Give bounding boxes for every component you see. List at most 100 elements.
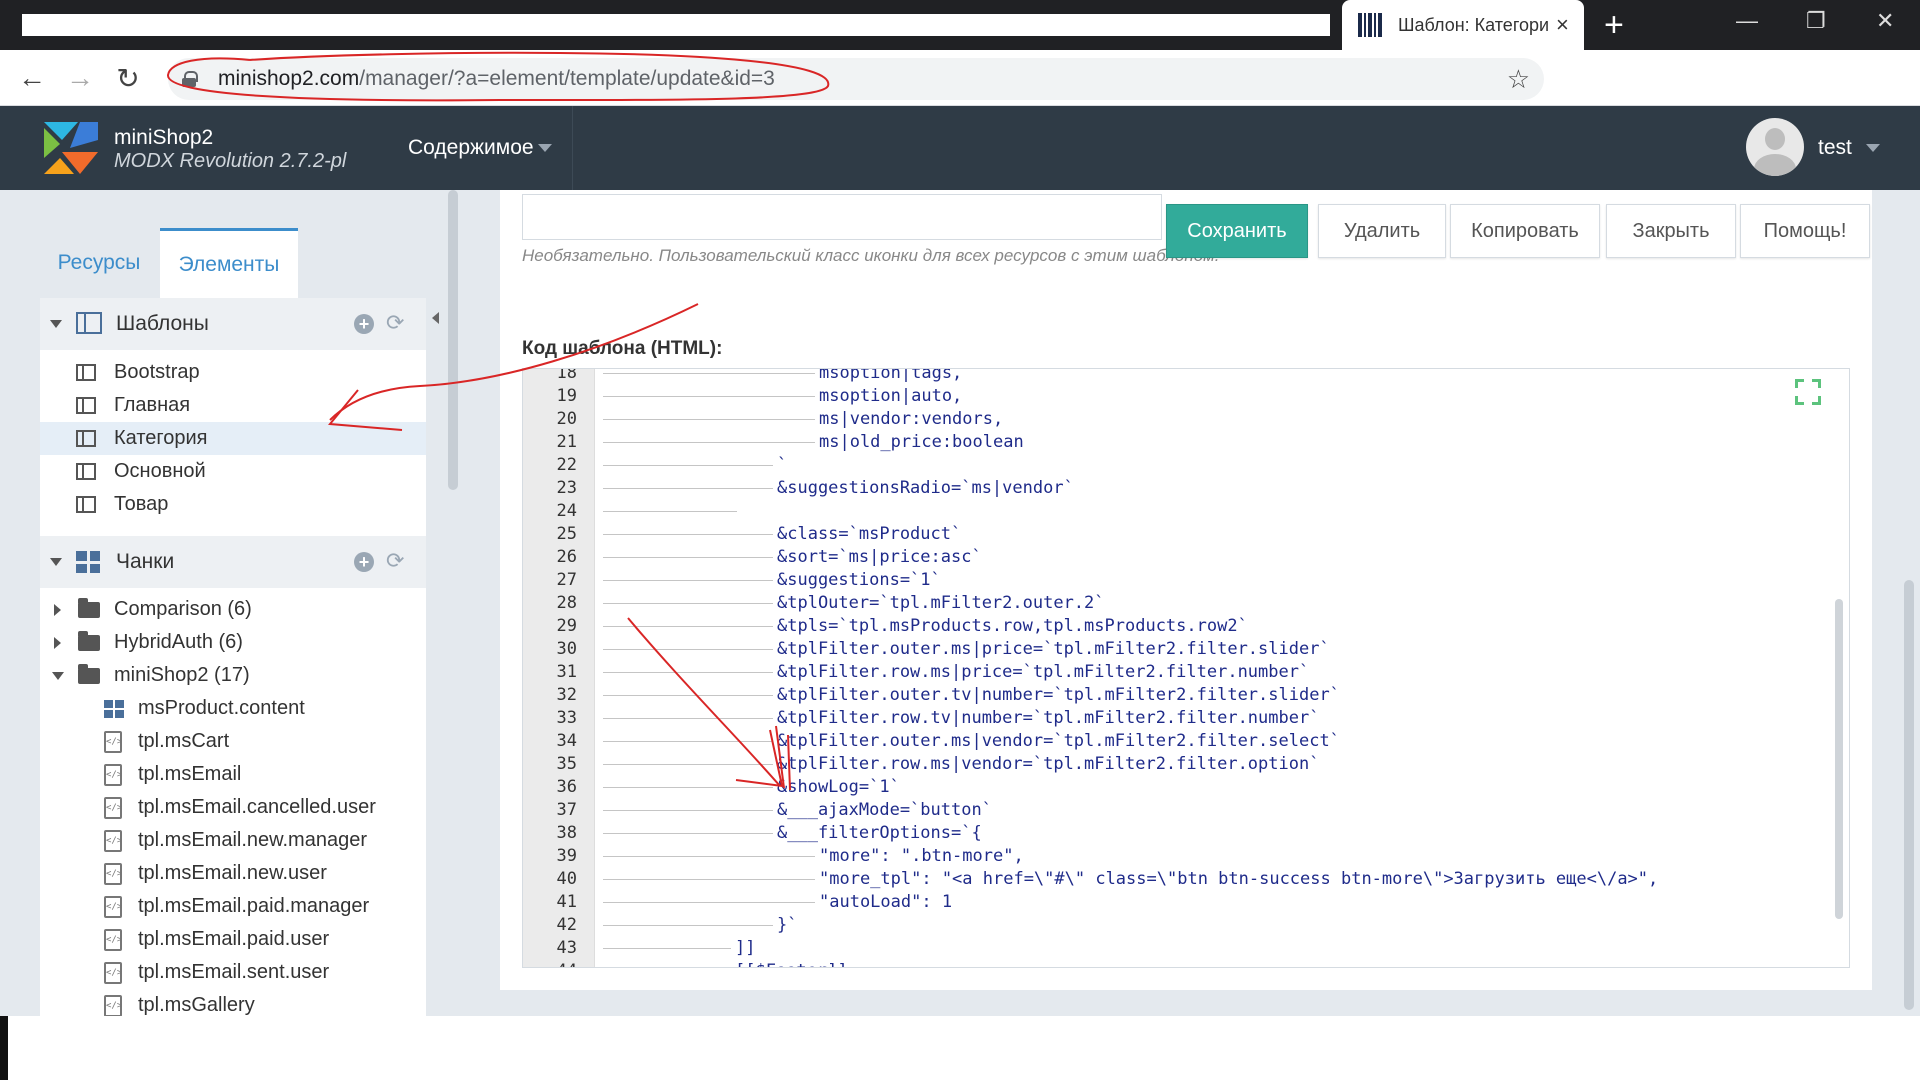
chunk-item[interactable]: </> tpl.msEmail.sent.user: [40, 956, 426, 989]
folder-item-minishop2[interactable]: miniShop2 (17): [40, 659, 426, 692]
chunk-item[interactable]: </> tpl.msEmail.cancelled.user: [40, 791, 426, 824]
left-sidebar: Ресурсы Элементы Шаблоны + ⟳ Bootstrap Г…: [0, 190, 460, 1016]
indent-guide: [603, 879, 815, 880]
template-item-main[interactable]: Главная: [40, 389, 426, 422]
chunk-label: tpl.msGallery: [138, 994, 255, 1016]
username[interactable]: test: [1818, 136, 1852, 160]
chunk-item[interactable]: msProduct.content: [40, 692, 426, 725]
avatar[interactable]: [1746, 118, 1804, 176]
templates-section-header[interactable]: Шаблоны + ⟳: [40, 298, 426, 350]
chunk-item[interactable]: </> tpl.msEmail: [40, 758, 426, 791]
refresh-chunks-icon[interactable]: ⟳: [386, 548, 404, 574]
chunk-item[interactable]: </> tpl.msEmail.new.manager: [40, 824, 426, 857]
url-input[interactable]: minishop2.com/manager/?a=element/templat…: [168, 58, 1544, 100]
menu-content[interactable]: Содержимое: [408, 136, 534, 160]
site-version: MODX Revolution 2.7.2-pl: [114, 150, 347, 172]
editor-scrollbar[interactable]: [1835, 599, 1843, 919]
chunk-item[interactable]: </> tpl.msEmail.paid.manager: [40, 890, 426, 923]
chunk-label: tpl.msEmail: [138, 763, 242, 785]
template-item-bootstrap[interactable]: Bootstrap: [40, 356, 426, 389]
indent-guide: [603, 764, 773, 765]
collapse-sidebar-icon[interactable]: [432, 312, 439, 324]
chunk-label: tpl.msEmail.new.user: [138, 862, 327, 884]
restore-icon[interactable]: ❐: [1806, 8, 1826, 34]
line-number: 33: [556, 708, 577, 728]
bottom-strip: [0, 1016, 1920, 1080]
template-item-category[interactable]: Категория: [40, 422, 426, 455]
chunk-label: tpl.msEmail.new.manager: [138, 829, 367, 851]
back-icon[interactable]: ←: [16, 62, 48, 94]
chunk-label: tpl.msEmail.sent.user: [138, 961, 330, 983]
tab-resources[interactable]: Ресурсы: [40, 228, 158, 298]
chunk-item[interactable]: </> tpl.msGallery: [40, 989, 426, 1016]
code-line: 20 ms|vendor:vendors,: [523, 408, 1823, 431]
chevron-right-icon[interactable]: [54, 603, 61, 616]
bookmark-star-icon[interactable]: ☆: [1507, 64, 1530, 95]
code-line: 26 &sort=`ms|price:asc`: [523, 546, 1823, 569]
minimize-icon[interactable]: —: [1736, 8, 1758, 34]
template-label: Основной: [114, 460, 206, 482]
forward-icon[interactable]: →: [64, 62, 96, 94]
reload-icon[interactable]: ↻: [112, 62, 144, 95]
delete-button[interactable]: Удалить: [1318, 204, 1446, 258]
indent-guide: [603, 833, 773, 834]
chunk-icon: [104, 699, 124, 718]
code-line: 38 &___filterOptions=`{: [523, 822, 1823, 845]
chunk-label: tpl.msCart: [138, 730, 230, 752]
indent-guide: [603, 649, 773, 650]
help-button[interactable]: Помощь!: [1740, 204, 1870, 258]
template-item-basic[interactable]: Основной: [40, 455, 426, 488]
chevron-down-icon[interactable]: [538, 144, 552, 152]
chunks-section-header[interactable]: Чанки + ⟳: [40, 536, 426, 588]
close-button[interactable]: Закрыть: [1606, 204, 1736, 258]
sidebar-scrollbar[interactable]: [448, 190, 458, 490]
user-chevron-down-icon[interactable]: [1866, 144, 1880, 152]
template-label: Товар: [114, 493, 169, 515]
code-text: &showLog=`1`: [777, 777, 900, 797]
modx-header: miniShop2 MODX Revolution 2.7.2-pl Содер…: [0, 106, 1920, 190]
tab-close-icon[interactable]: ×: [1556, 12, 1569, 38]
chevron-down-icon[interactable]: [52, 672, 64, 680]
line-number: 18: [556, 368, 577, 383]
code-file-icon: </>: [104, 961, 122, 984]
code-line: 36 &showLog=`1`: [523, 776, 1823, 799]
template-item-product[interactable]: Товар: [40, 488, 426, 521]
code-file-icon: </>: [104, 862, 122, 885]
code-text: ]]: [735, 938, 756, 958]
chunk-item[interactable]: </> tpl.msEmail.new.user: [40, 857, 426, 890]
add-chunk-icon[interactable]: +: [354, 552, 374, 572]
page-scrollbar[interactable]: [1904, 580, 1914, 1010]
chunk-icon: [76, 551, 100, 573]
modx-logo-icon[interactable]: [40, 118, 100, 178]
icon-class-input[interactable]: [522, 194, 1162, 240]
indent-guide: [603, 810, 773, 811]
folder-item-comparison[interactable]: Comparison (6): [40, 593, 426, 626]
code-text: "autoLoad": 1: [819, 892, 953, 912]
folder-item-hybridauth[interactable]: HybridAuth (6): [40, 626, 426, 659]
code-text: [[$Footer]]: [735, 960, 848, 967]
code-text: &tplFilter.row.ms|price=`tpl.mFilter2.fi…: [777, 662, 1310, 682]
template-label: Категория: [114, 427, 208, 449]
refresh-templates-icon[interactable]: ⟳: [386, 310, 404, 336]
save-button[interactable]: Сохранить: [1166, 204, 1308, 258]
chevron-down-icon[interactable]: [50, 558, 62, 566]
chevron-right-icon[interactable]: [54, 636, 61, 649]
code-editor[interactable]: 18 msoption|tags, 19 msoption|auto, 20 ms|ven…: [522, 368, 1850, 968]
copy-button[interactable]: Копировать: [1450, 204, 1600, 258]
line-number: 34: [556, 731, 577, 751]
chunk-item[interactable]: </> tpl.msEmail.paid.user: [40, 923, 426, 956]
chevron-down-icon[interactable]: [50, 320, 62, 328]
new-tab-button[interactable]: +: [1604, 8, 1624, 42]
add-template-icon[interactable]: +: [354, 314, 374, 334]
close-window-icon[interactable]: ✕: [1876, 8, 1894, 34]
line-number: 24: [556, 501, 577, 521]
indent-guide: [603, 488, 773, 489]
code-line: 23 &suggestionsRadio=`ms|vendor`: [523, 477, 1823, 500]
tab-elements[interactable]: Элементы: [160, 228, 298, 298]
folder-label: HybridAuth (6): [114, 631, 243, 653]
indent-guide: [603, 948, 731, 949]
fullscreen-icon[interactable]: [1795, 379, 1821, 405]
code-line: 41 "autoLoad": 1: [523, 891, 1823, 914]
browser-tab-active[interactable]: Шаблон: Категория ×: [1342, 0, 1584, 50]
chunk-item[interactable]: </> tpl.msCart: [40, 725, 426, 758]
